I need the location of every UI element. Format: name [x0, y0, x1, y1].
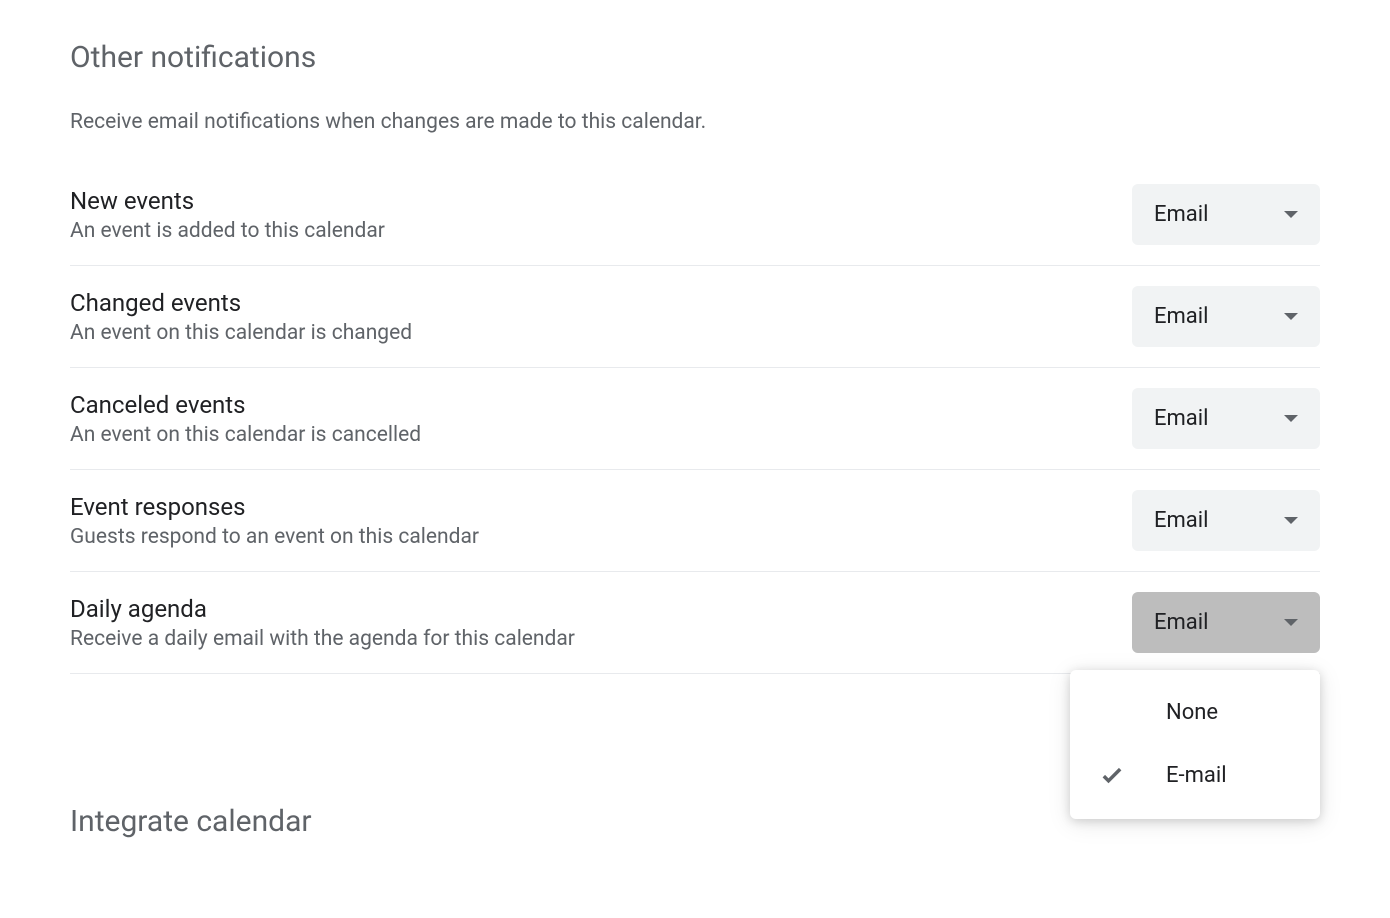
setting-sublabel: Receive a daily email with the agenda fo…	[70, 627, 1132, 651]
dropdown-option-none[interactable]: None	[1070, 682, 1320, 743]
setting-row-changed-events: Changed events An event on this calendar…	[70, 266, 1320, 368]
setting-label: Daily agenda	[70, 595, 1132, 623]
setting-sublabel: An event is added to this calendar	[70, 219, 1132, 243]
other-notifications-description: Receive email notifications when changes…	[70, 110, 1320, 134]
setting-sublabel: An event on this calendar is cancelled	[70, 423, 1132, 447]
setting-label: Event responses	[70, 493, 1132, 521]
setting-text: New events An event is added to this cal…	[70, 187, 1132, 243]
other-notifications-title: Other notifications	[70, 40, 1320, 75]
setting-row-canceled-events: Canceled events An event on this calenda…	[70, 368, 1320, 470]
dropdown-option-label: None	[1166, 700, 1218, 725]
caret-down-icon	[1284, 211, 1298, 218]
setting-label: New events	[70, 187, 1132, 215]
caret-down-icon	[1284, 313, 1298, 320]
new-events-dropdown[interactable]: Email	[1132, 184, 1320, 245]
dropdown-menu: None E-mail	[1070, 670, 1320, 819]
setting-text: Changed events An event on this calendar…	[70, 289, 1132, 345]
check-icon	[1098, 761, 1126, 789]
canceled-events-dropdown[interactable]: Email	[1132, 388, 1320, 449]
setting-sublabel: Guests respond to an event on this calen…	[70, 525, 1132, 549]
changed-events-dropdown[interactable]: Email	[1132, 286, 1320, 347]
dropdown-value: Email	[1154, 202, 1208, 227]
setting-text: Canceled events An event on this calenda…	[70, 391, 1132, 447]
setting-row-new-events: New events An event is added to this cal…	[70, 184, 1320, 266]
dropdown-value: Email	[1154, 508, 1208, 533]
setting-label: Changed events	[70, 289, 1132, 317]
caret-down-icon	[1284, 517, 1298, 524]
setting-row-daily-agenda: Daily agenda Receive a daily email with …	[70, 572, 1320, 674]
dropdown-value: Email	[1154, 406, 1208, 431]
daily-agenda-dropdown[interactable]: Email	[1132, 592, 1320, 653]
caret-down-icon	[1284, 415, 1298, 422]
event-responses-dropdown[interactable]: Email	[1132, 490, 1320, 551]
setting-sublabel: An event on this calendar is changed	[70, 321, 1132, 345]
dropdown-option-label: E-mail	[1166, 763, 1227, 788]
caret-down-icon	[1284, 619, 1298, 626]
setting-text: Daily agenda Receive a daily email with …	[70, 595, 1132, 651]
setting-label: Canceled events	[70, 391, 1132, 419]
dropdown-value: Email	[1154, 610, 1208, 635]
dropdown-option-email[interactable]: E-mail	[1070, 743, 1320, 807]
setting-text: Event responses Guests respond to an eve…	[70, 493, 1132, 549]
dropdown-value: Email	[1154, 304, 1208, 329]
setting-row-event-responses: Event responses Guests respond to an eve…	[70, 470, 1320, 572]
